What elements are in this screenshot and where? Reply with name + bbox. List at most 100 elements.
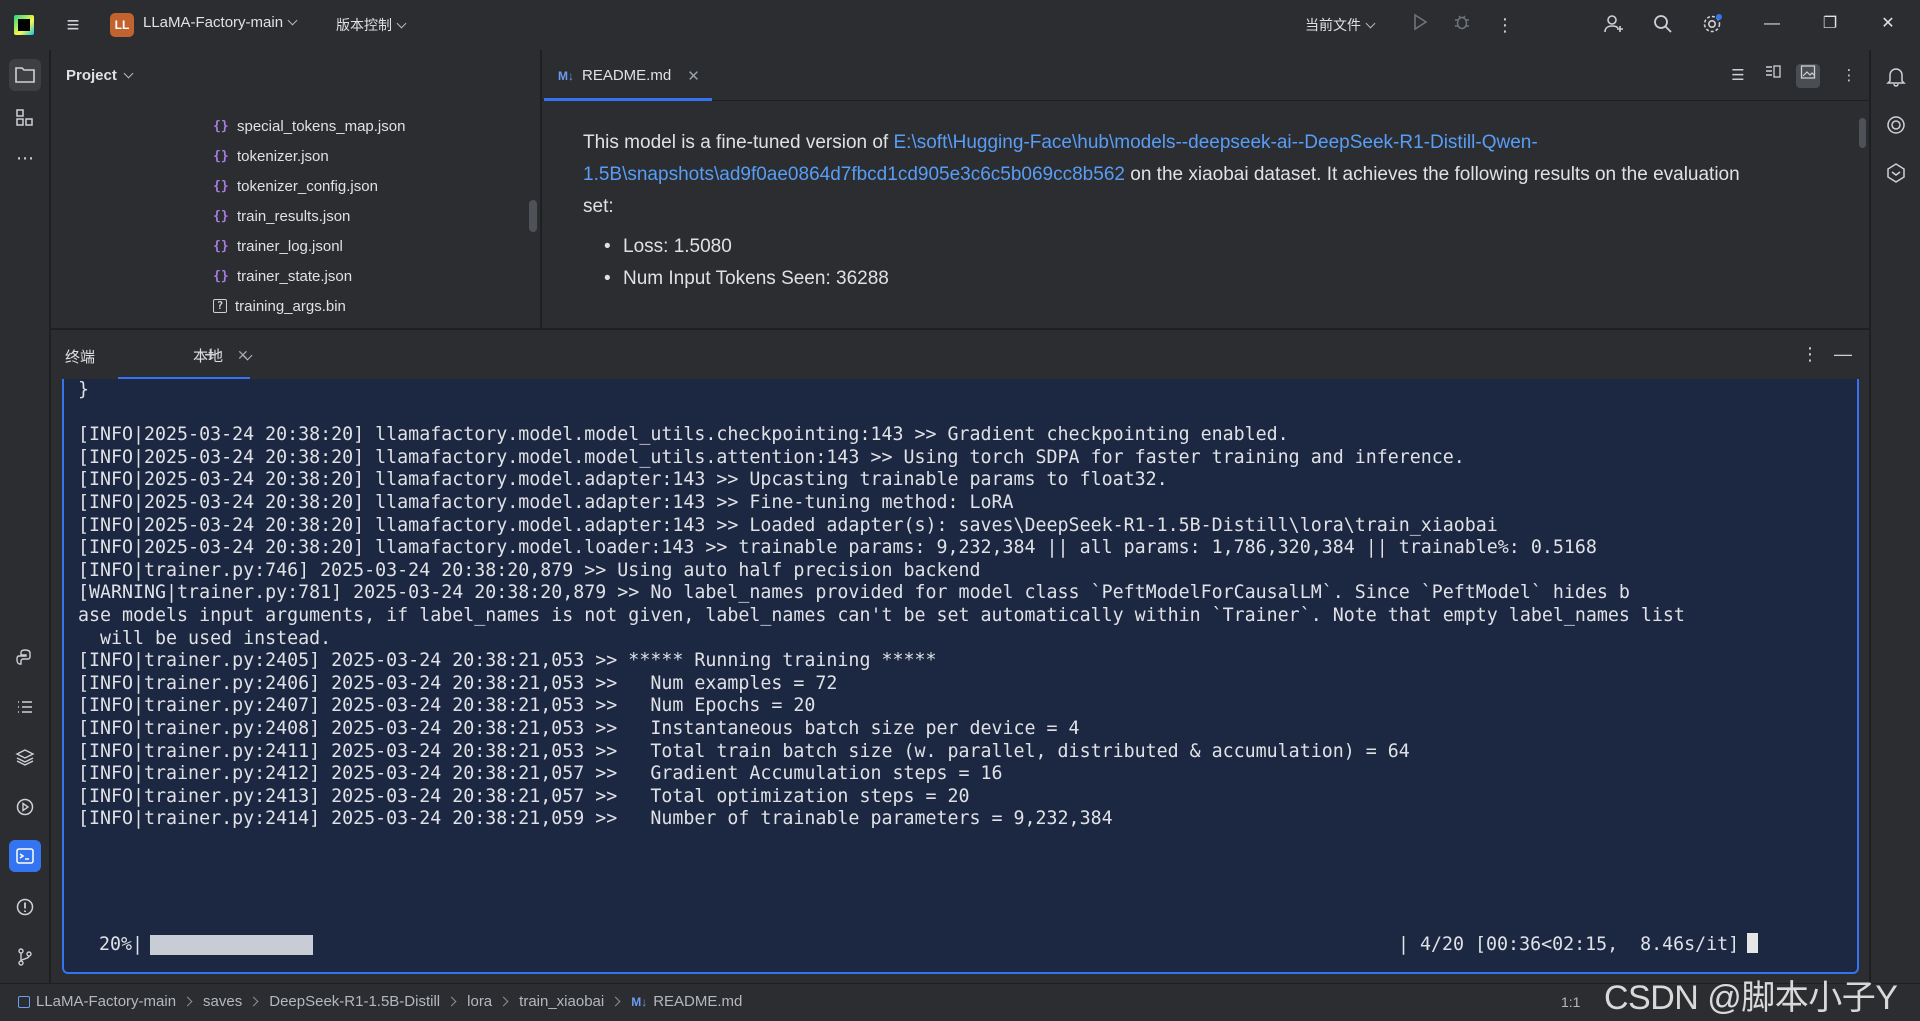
- cursor-position[interactable]: 1:1: [1561, 994, 1580, 1010]
- todo-list-icon[interactable]: [9, 691, 41, 723]
- file-tree-item[interactable]: {} tokenizer.json: [51, 141, 531, 171]
- list-item: Num Input Tokens Seen: 36288: [583, 263, 1833, 295]
- terminal-icon[interactable]: [9, 840, 41, 872]
- description-prefix: This model is a fine-tuned version of: [583, 132, 894, 153]
- json-icon: {}: [213, 118, 229, 134]
- services-run-icon[interactable]: [9, 791, 41, 823]
- file-tree-item[interactable]: {} tokenizer_config.json: [51, 171, 531, 201]
- git-branch-icon[interactable]: [9, 941, 41, 973]
- hide-panel-icon[interactable]: —: [1831, 344, 1855, 365]
- right-tool-strip: [1870, 50, 1920, 983]
- file-name: special_tokens_map.json: [237, 117, 406, 135]
- file-name: tokenizer.json: [237, 147, 329, 165]
- restore-window-button[interactable]: ❐: [1818, 12, 1842, 36]
- problems-icon[interactable]: [9, 891, 41, 923]
- terminal-line: [INFO|trainer.py:2407] 2025-03-24 20:38:…: [78, 695, 816, 717]
- breadcrumb-item[interactable]: train_xiaobai: [519, 993, 604, 1010]
- terminal-line: [INFO|trainer.py:746] 2025-03-24 20:38:2…: [78, 559, 981, 581]
- project-switcher[interactable]: LLaMA-Factory-main: [143, 14, 298, 31]
- debug-icon[interactable]: [1450, 13, 1474, 37]
- close-window-button[interactable]: ✕: [1876, 12, 1900, 36]
- more-tools-icon[interactable]: ⋯: [9, 142, 41, 174]
- minimize-window-button[interactable]: —: [1760, 12, 1784, 36]
- progress-stats: | 4/20 [00:36<02:15, 8.46s/it]: [1398, 931, 1759, 959]
- new-terminal-icon[interactable]: +: [204, 342, 217, 368]
- chevron-down-icon: [396, 18, 407, 28]
- description-suffix: on the xiaobai dataset. It achieves the …: [1124, 164, 1740, 185]
- add-user-icon[interactable]: [1602, 13, 1626, 37]
- editor-only-icon[interactable]: ☰: [1726, 64, 1750, 88]
- preview-only-icon[interactable]: [1796, 64, 1820, 88]
- terminal-line: [INFO|2025-03-24 20:38:20] llamafactory.…: [78, 491, 1014, 513]
- file-tree-item[interactable]: {} trainer_state.json: [51, 261, 531, 291]
- progress-percent: 20%|: [88, 934, 144, 955]
- terminal-more-icon[interactable]: ⋮: [1798, 344, 1822, 365]
- run-icon[interactable]: [1408, 13, 1432, 37]
- notifications-bell-icon[interactable]: [1884, 65, 1908, 89]
- terminal-line: [WARNING|trainer.py:781] 2025-03-24 20:3…: [78, 582, 1630, 604]
- terminal-output[interactable]: } [INFO|2025-03-24 20:38:20] llamafactor…: [62, 379, 1859, 974]
- breadcrumb-item[interactable]: saves: [203, 993, 242, 1010]
- tab-readme[interactable]: M↓ README.md ✕: [542, 50, 713, 101]
- file-tree-item[interactable]: ? training_args.bin: [51, 291, 531, 321]
- settings-gear-icon[interactable]: [1700, 13, 1724, 37]
- project-badge[interactable]: LL: [110, 13, 134, 37]
- terminal-line: [INFO|trainer.py:2408] 2025-03-24 20:38:…: [78, 717, 1080, 739]
- terminal-line: [INFO|trainer.py:2406] 2025-03-24 20:38:…: [78, 672, 838, 694]
- editor-more-icon[interactable]: ⋮: [1837, 64, 1861, 88]
- main-menu-icon[interactable]: ≡: [62, 14, 84, 36]
- search-icon[interactable]: [1651, 13, 1675, 37]
- breadcrumb-item[interactable]: README.md: [653, 993, 742, 1010]
- terminal-line: }: [78, 379, 90, 400]
- split-editor-preview-icon[interactable]: [1761, 64, 1785, 88]
- vcs-menu[interactable]: 版本控制: [336, 15, 407, 35]
- terminal-log: } [INFO|2025-03-24 20:38:20] llamafactor…: [78, 379, 1857, 831]
- breadcrumb: LLaMA-Factory-main saves DeepSeek-R1-1.5…: [18, 993, 742, 1010]
- copilot-icon[interactable]: [1884, 162, 1908, 186]
- terminal-line: [INFO|trainer.py:2405] 2025-03-24 20:38:…: [78, 650, 937, 672]
- markdown-file-icon: M↓: [631, 994, 648, 1009]
- breadcrumb-item[interactable]: lora: [467, 993, 492, 1010]
- results-list: Loss: 1.5080 Num Input Tokens Seen: 3628…: [583, 231, 1833, 295]
- project-icon: [18, 995, 30, 1008]
- terminal-line: [INFO|2025-03-24 20:38:20] llamafactory.…: [78, 469, 1168, 491]
- link-line-2: 1.5B\snapshots\ad9f0ae0864d7fbcd1cd905e3…: [583, 164, 1125, 185]
- chevron-down-icon: [287, 15, 298, 26]
- file-tree-item[interactable]: {} special_tokens_map.json: [51, 111, 531, 141]
- terminal-line: will be used instead.: [78, 627, 332, 649]
- file-name: tokenizer_config.json: [237, 177, 378, 195]
- project-scrollbar[interactable]: [529, 200, 537, 232]
- breadcrumb-item[interactable]: DeepSeek-R1-1.5B-Distill: [269, 993, 440, 1010]
- ai-assistant-icon[interactable]: [1884, 114, 1908, 138]
- run-config-selector[interactable]: 当前文件: [1305, 15, 1376, 35]
- chevron-down-icon: [1365, 18, 1376, 28]
- project-folder-icon[interactable]: [9, 59, 41, 91]
- editor-pane: M↓ README.md ✕ ☰ ⋮ This model is a fine-…: [542, 50, 1869, 328]
- active-tab-indicator: [544, 98, 712, 101]
- editor-tab-bar: M↓ README.md ✕ ☰ ⋮: [542, 50, 1869, 101]
- chevron-right-icon: [498, 996, 509, 1007]
- terminal-line: [INFO|trainer.py:2413] 2025-03-24 20:38:…: [78, 785, 970, 807]
- progress-bar-fill: [150, 935, 314, 955]
- layers-icon[interactable]: [9, 741, 41, 773]
- project-panel: Project {} special_tokens_map.json {} toke…: [51, 50, 541, 328]
- python-console-icon[interactable]: [9, 642, 41, 674]
- tab-local-terminal[interactable]: 本地 ✕: [118, 330, 250, 380]
- progress-bar: [150, 935, 966, 955]
- close-tab-icon[interactable]: ✕: [687, 67, 700, 85]
- terminal-options-chevron-icon[interactable]: [242, 346, 253, 363]
- project-file-tree: {} special_tokens_map.json {} tokenizer.js…: [51, 111, 531, 321]
- terminal-line: [INFO|trainer.py:2412] 2025-03-24 20:38:…: [78, 763, 1003, 785]
- file-tree-item[interactable]: {} trainer_log.jsonl: [51, 231, 531, 261]
- terminal-line: ase models input arguments, if label_nam…: [78, 604, 1685, 626]
- more-actions-icon[interactable]: ⋮: [1493, 13, 1517, 37]
- project-view-selector[interactable]: Project: [66, 67, 134, 84]
- left-tool-strip: ⋯: [0, 50, 50, 983]
- editor-scrollbar[interactable]: [1859, 118, 1866, 148]
- structure-icon[interactable]: [9, 102, 41, 134]
- breadcrumb-item[interactable]: LLaMA-Factory-main: [36, 993, 176, 1010]
- terminal-panel: } [INFO|2025-03-24 20:38:20] llamafactor…: [51, 379, 1869, 983]
- file-tree-item[interactable]: {} train_results.json: [51, 201, 531, 231]
- vcs-label: 版本控制: [336, 17, 392, 33]
- project-panel-title: Project: [66, 67, 117, 84]
